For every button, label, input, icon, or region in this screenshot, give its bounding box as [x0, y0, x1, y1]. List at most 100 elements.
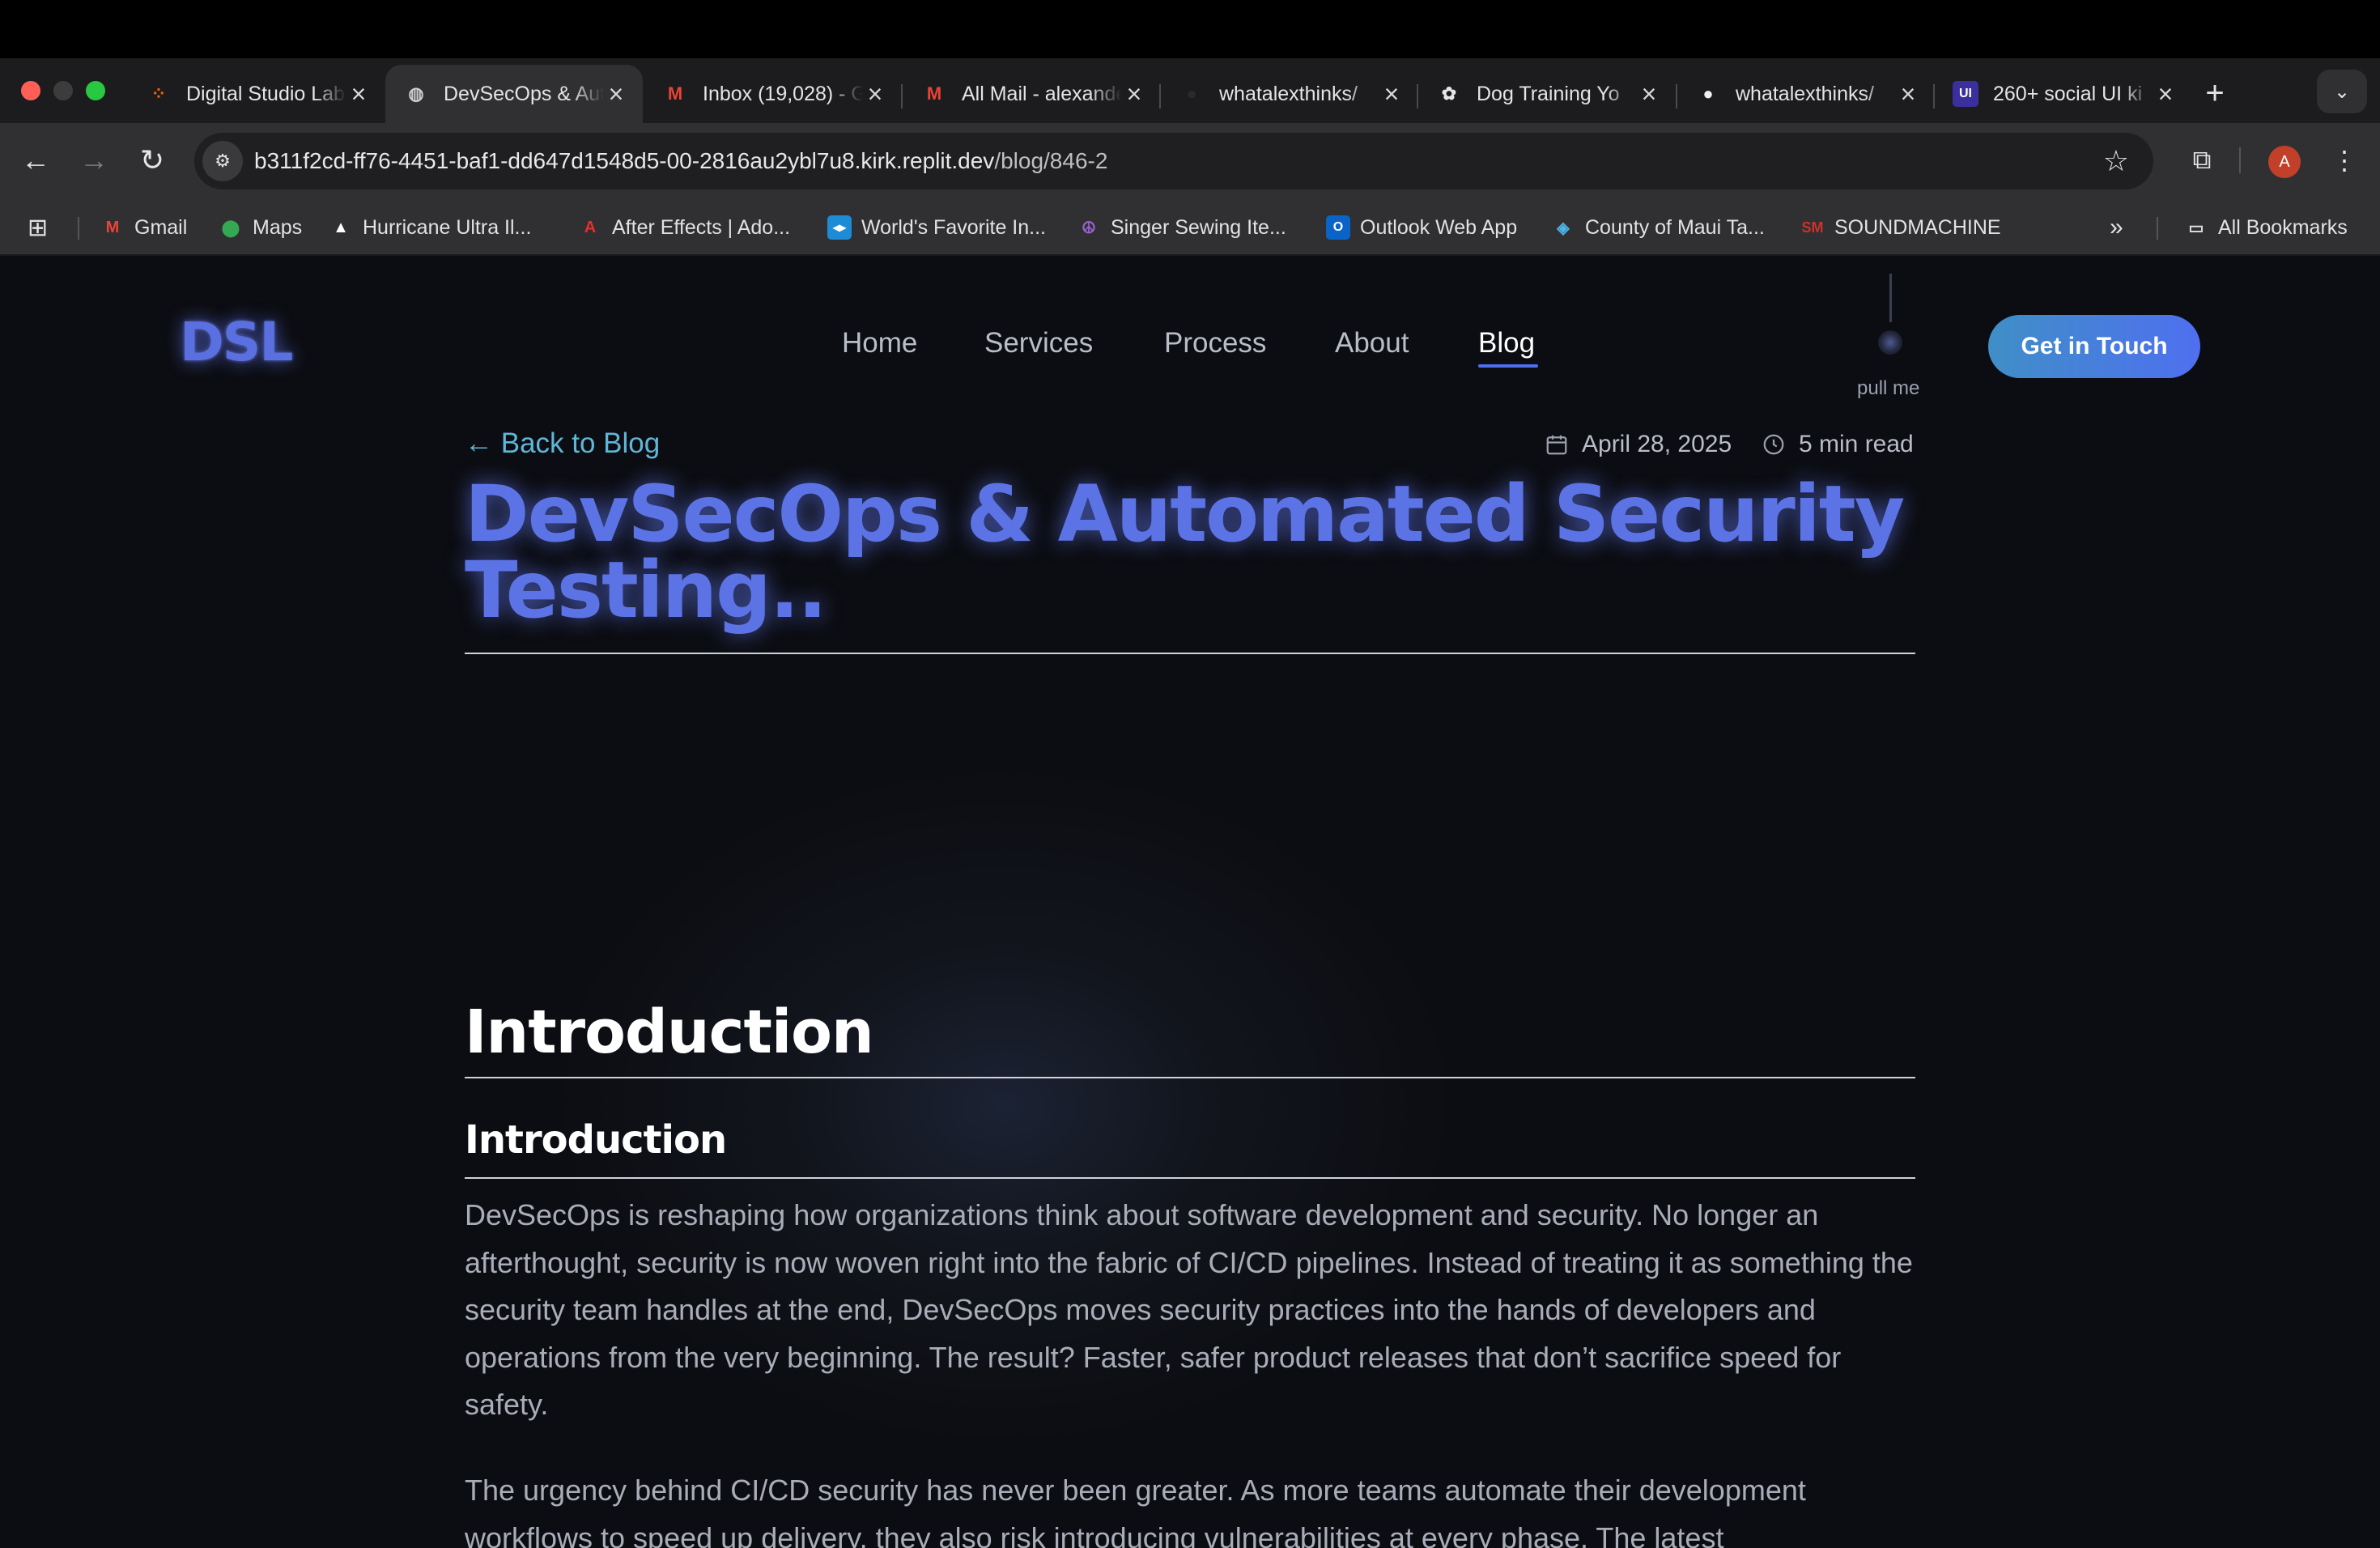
close-icon[interactable]: × [346, 81, 371, 107]
close-icon[interactable]: × [2153, 81, 2178, 107]
site-logo[interactable]: DSL [180, 311, 293, 373]
bookmark-maps[interactable]: ⬤ Maps [219, 212, 302, 243]
tab-title: whatalexthinks/ [1736, 82, 1874, 105]
tab-digital-studio[interactable]: ⁘ Digital Studio Labs × [128, 65, 385, 123]
section-heading: Introduction [465, 997, 874, 1067]
nav-blog[interactable]: Blog [1478, 327, 1535, 359]
folder-icon: ▭ [2188, 219, 2204, 237]
bookmark-label: World's Favorite In... [861, 215, 1046, 239]
close-icon[interactable]: × [1896, 81, 1920, 107]
body-paragraph: DevSecOps is reshaping how organizations… [465, 1198, 1913, 1421]
nav-home[interactable]: Home [842, 327, 917, 359]
bookmark-singer[interactable]: ☮ Singer Sewing Ite... [1077, 212, 1286, 243]
bookmark-outlook[interactable]: O Outlook Web App [1326, 212, 1517, 243]
tab-social-ui[interactable]: UI 260+ social UI ki × [1935, 65, 2192, 123]
back-to-blog-link[interactable]: ← Back to Blog [465, 427, 660, 460]
all-bookmarks-folder[interactable]: ▭ All Bookmarks [2184, 212, 2348, 243]
tab-title: whatalexthinks/ [1219, 82, 1358, 105]
heading-divider [465, 1077, 1915, 1078]
extensions-icon[interactable]: ⧉ [2179, 139, 2225, 181]
url-path: /blog/846-2 [994, 148, 1108, 173]
close-window-button[interactable] [21, 81, 40, 100]
tab-github-1[interactable]: ● whatalexthinks/ × [1161, 65, 1418, 123]
url-text[interactable]: b311f2cd-ff76-4451-baf1-dd647d1548d5-00-… [254, 148, 1107, 174]
tab-devsecops[interactable]: ◍ DevSecOps & Automated Security Testing… [385, 65, 643, 123]
bookmark-star-icon[interactable]: ☆ [2103, 144, 2129, 178]
nav-about[interactable]: About [1335, 327, 1409, 359]
minimize-window-button[interactable] [53, 81, 73, 100]
tab-all-mail[interactable]: M All Mail - alexander × [903, 65, 1161, 123]
tab-github-2[interactable]: ● whatalexthinks/ × [1677, 65, 1935, 123]
close-icon[interactable]: × [604, 81, 628, 107]
bookmarks-bar: ⊞ M Gmail ⬤ Maps ▲ Hurricane Ultra Il...… [0, 199, 2380, 256]
gmail-icon: M [105, 218, 120, 236]
subheading-divider [465, 1177, 1915, 1179]
bookmark-label: County of Maui Ta... [1585, 215, 1765, 239]
gmail-icon: M [926, 83, 942, 104]
browser-toolbar: ← → ↻ ⚙ b311f2cd-ff76-4451-baf1-dd647d15… [0, 123, 2380, 199]
clock-icon [1760, 431, 1787, 458]
all-bookmarks-label: All Bookmarks [2218, 215, 2348, 239]
post-title: DevSecOps & Automated Security Testing.. [465, 469, 1922, 636]
page-viewport: DSL Home Services Process About Blog pul… [0, 256, 2380, 1548]
bookmark-hurricane[interactable]: ▲ Hurricane Ultra Il... [329, 212, 531, 243]
tab-inbox[interactable]: M Inbox (19,028) - Gmail × [644, 65, 902, 123]
replit-icon: ⁘ [151, 83, 167, 104]
county-icon: ◈ [1557, 219, 1570, 237]
maximize-window-button[interactable] [86, 81, 105, 100]
bookmark-label: Singer Sewing Ite... [1111, 215, 1286, 239]
tab-title: Inbox (19,028) - Gmail [703, 82, 863, 105]
close-icon[interactable]: × [1379, 81, 1404, 107]
apps-grid-icon[interactable]: ⊞ [28, 212, 48, 243]
pull-cord-handle[interactable] [1878, 330, 1902, 355]
bookmark-gmail[interactable]: M Gmail [100, 212, 188, 243]
more-bookmarks-chevron-icon[interactable]: » [2110, 212, 2123, 243]
nav-process[interactable]: Process [1164, 327, 1266, 359]
adobe-icon: A [584, 218, 597, 236]
bookmark-label: Outlook Web App [1360, 215, 1518, 239]
pull-cord-line [1889, 274, 1892, 322]
pull-label: pull me [1857, 377, 1920, 399]
forward-arrow-icon[interactable]: → [73, 139, 115, 181]
github-icon: ● [1186, 83, 1197, 104]
tab-title: Digital Studio Labs [186, 82, 346, 105]
bookmark-label: Gmail [134, 215, 188, 239]
close-icon[interactable]: × [1637, 81, 1661, 107]
tab-title: 260+ social UI ki [1993, 82, 2143, 105]
post-read-time: 5 min read [1760, 431, 1914, 458]
close-icon[interactable]: × [1122, 81, 1146, 107]
get-in-touch-button[interactable]: Get in Touch [1988, 315, 2200, 378]
calendar-icon [1543, 431, 1570, 458]
subsection-heading: Introduction [465, 1117, 727, 1163]
back-arrow-icon[interactable]: ← [15, 139, 57, 181]
tab-separator [901, 84, 903, 108]
post-title-line: Testing.. [465, 545, 827, 636]
bookmark-after-effects[interactable]: A After Effects | Ado... [578, 212, 790, 243]
menu-bar-area [0, 0, 2380, 58]
bookmark-worlds-favorite[interactable]: ◂▸ World's Favorite In... [827, 212, 1046, 243]
nav-services[interactable]: Services [984, 327, 1093, 359]
tab-search-button[interactable]: ⌄ [2317, 70, 2367, 113]
soundmachine-icon: SM [1801, 219, 1824, 236]
outlook-icon: O [1326, 215, 1350, 240]
body-paragraph: The urgency behind CI/CD security has ne… [465, 1474, 1806, 1548]
site-info-icon[interactable]: ⚙ [202, 141, 243, 181]
tab-title: All Mail - alexander [962, 82, 1122, 105]
new-tab-button[interactable]: + [2197, 73, 2233, 113]
tab-dog-training[interactable]: ✿ Dog Training Yo × [1418, 65, 1676, 123]
openai-icon: ✿ [1441, 83, 1457, 104]
menu-kebab-icon[interactable]: ⋮ [2325, 139, 2364, 181]
post-date-text: April 28, 2025 [1582, 431, 1732, 457]
read-time-text: 5 min read [1799, 431, 1914, 457]
profile-avatar[interactable]: A [2268, 146, 2301, 178]
bookmark-soundmachine[interactable]: SM SOUNDMACHINE [1800, 212, 2001, 243]
address-bar[interactable]: ⚙ b311f2cd-ff76-4451-baf1-dd647d1548d5-0… [194, 133, 2153, 189]
close-icon[interactable]: × [863, 81, 887, 107]
github-icon: ● [1702, 83, 1714, 104]
toolbar-separator [2239, 147, 2241, 173]
bookmark-label: After Effects | Ado... [612, 215, 791, 239]
gmail-icon: M [667, 83, 683, 104]
bookmark-county-maui[interactable]: ◈ County of Maui Ta... [1551, 212, 1765, 243]
post-title-line: DevSecOps & Automated Security [465, 469, 1905, 559]
reload-icon[interactable]: ↻ [131, 139, 173, 181]
